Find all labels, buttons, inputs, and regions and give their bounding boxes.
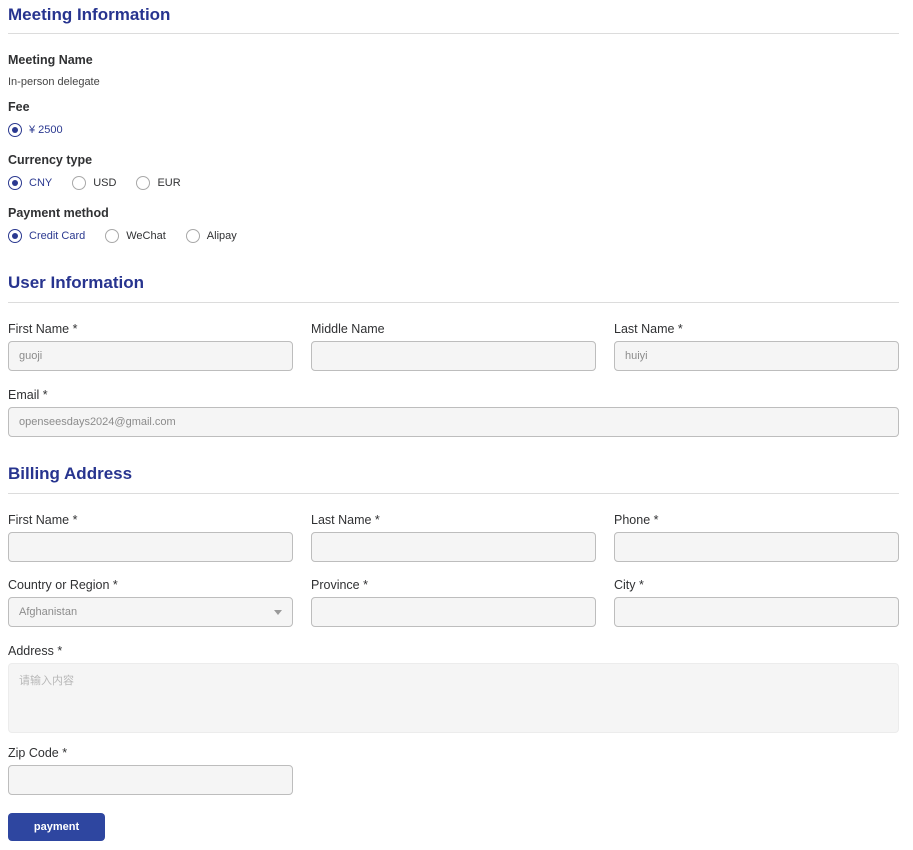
payment-method-radio-group: Credit Card WeChat Alipay: [8, 229, 899, 243]
user-name-row: First Name * Middle Name Last Name *: [8, 322, 899, 371]
fee-option-2500[interactable]: ¥ 2500: [8, 123, 63, 137]
currency-option-eur[interactable]: EUR: [136, 176, 181, 190]
country-label: Country or Region *: [8, 578, 118, 592]
billing-first-name-input[interactable]: [8, 532, 293, 562]
radio-unselected-icon: [105, 229, 120, 243]
payment-option-wechat[interactable]: WeChat: [105, 229, 166, 243]
payment-option-label: WeChat: [126, 229, 166, 242]
fee-option-label: ¥ 2500: [29, 123, 63, 136]
last-name-input[interactable]: [614, 341, 899, 371]
first-name-input[interactable]: [8, 341, 293, 371]
section-divider: [8, 493, 899, 494]
first-name-group: First Name *: [8, 322, 293, 371]
last-name-group: Last Name *: [614, 322, 899, 371]
zip-code-label: Zip Code *: [8, 746, 68, 760]
payment-form-page: Meeting Information Meeting Name In-pers…: [0, 0, 913, 841]
city-label: City *: [614, 578, 644, 592]
billing-last-name-input[interactable]: [311, 532, 596, 562]
currency-option-usd[interactable]: USD: [72, 176, 116, 190]
country-select[interactable]: Afghanistan: [8, 597, 293, 627]
billing-phone-group: Phone *: [614, 513, 899, 562]
radio-selected-icon: [8, 176, 22, 190]
payment-button[interactable]: payment: [8, 813, 105, 841]
country-group: Country or Region * Afghanistan: [8, 578, 293, 627]
payment-option-label: Credit Card: [29, 229, 86, 242]
radio-unselected-icon: [72, 176, 87, 190]
billing-address-title: Billing Address: [8, 464, 133, 483]
meeting-name-value: In-person delegate: [8, 76, 100, 88]
section-divider: [8, 302, 899, 303]
first-name-label: First Name *: [8, 322, 78, 336]
billing-first-name-label: First Name *: [8, 513, 78, 527]
radio-selected-icon: [8, 123, 22, 137]
middle-name-input[interactable]: [311, 341, 596, 371]
currency-type-label: Currency type: [8, 153, 93, 167]
billing-region-row: Country or Region * Afghanistan Province…: [8, 578, 899, 627]
city-group: City *: [614, 578, 899, 627]
billing-last-name-group: Last Name *: [311, 513, 596, 562]
fee-label: Fee: [8, 100, 30, 114]
payment-option-credit-card[interactable]: Credit Card: [8, 229, 85, 243]
meeting-information-title: Meeting Information: [8, 5, 171, 24]
address-textarea[interactable]: [8, 663, 899, 733]
province-label: Province *: [311, 578, 368, 592]
zip-group: Zip Code *: [8, 746, 293, 795]
fee-radio-group: ¥ 2500: [8, 123, 899, 137]
province-group: Province *: [311, 578, 596, 627]
payment-method-label: Payment method: [8, 206, 109, 220]
billing-last-name-label: Last Name *: [311, 513, 380, 527]
currency-option-label: USD: [93, 176, 117, 189]
country-selected-value: Afghanistan: [19, 606, 78, 618]
currency-option-label: EUR: [157, 176, 181, 189]
radio-unselected-icon: [136, 176, 151, 190]
currency-option-label: CNY: [29, 176, 53, 189]
city-input[interactable]: [614, 597, 899, 627]
billing-name-row: First Name * Last Name * Phone *: [8, 513, 899, 562]
middle-name-label: Middle Name: [311, 322, 385, 336]
last-name-label: Last Name *: [614, 322, 683, 336]
chevron-down-icon: [274, 610, 282, 615]
email-group: Email *: [8, 388, 899, 437]
payment-option-alipay[interactable]: Alipay: [185, 229, 237, 243]
payment-option-label: Alipay: [206, 229, 237, 242]
currency-option-cny[interactable]: CNY: [8, 176, 52, 190]
radio-selected-icon: [8, 229, 22, 243]
currency-radio-group: CNY USD EUR: [8, 176, 899, 190]
address-label: Address *: [8, 644, 63, 658]
billing-first-name-group: First Name *: [8, 513, 293, 562]
user-information-title: User Information: [8, 273, 145, 292]
email-input[interactable]: [8, 407, 899, 437]
meeting-name-label: Meeting Name: [8, 53, 93, 67]
billing-phone-input[interactable]: [614, 532, 899, 562]
zip-code-input[interactable]: [8, 765, 293, 795]
middle-name-group: Middle Name: [311, 322, 596, 371]
section-divider: [8, 33, 899, 34]
province-input[interactable]: [311, 597, 596, 627]
address-group: Address *: [8, 644, 899, 733]
radio-unselected-icon: [185, 229, 200, 243]
email-label: Email *: [8, 388, 48, 402]
billing-phone-label: Phone *: [614, 513, 659, 527]
